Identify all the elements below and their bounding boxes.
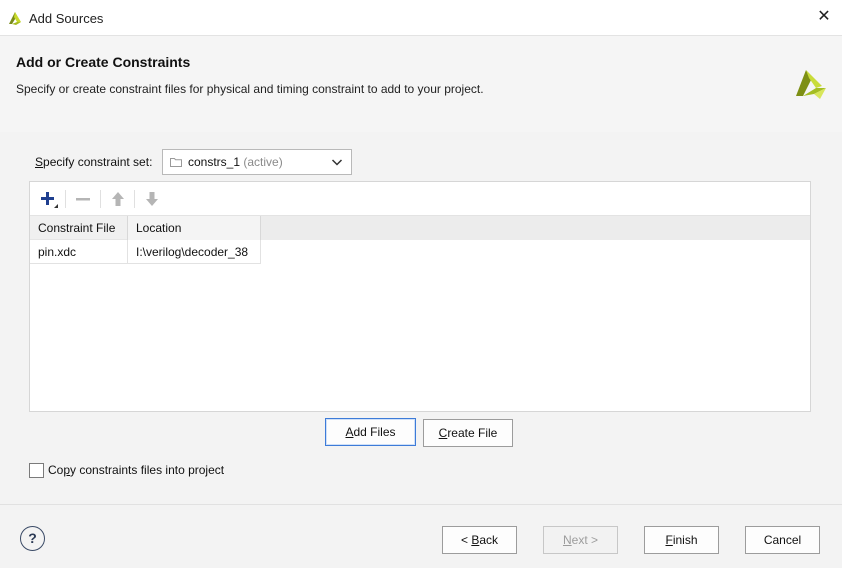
create-file-rest: reate File xyxy=(447,426,498,440)
constraint-set-value: constrs_1 (active) xyxy=(188,155,283,169)
file-toolbar xyxy=(30,182,810,216)
dialog-titlebar: Add Sources ✕ xyxy=(0,0,842,36)
finish-key: F xyxy=(665,533,673,547)
chevron-down-icon xyxy=(331,159,343,166)
arrow-up-icon[interactable] xyxy=(107,189,129,209)
copy-constraints-label: Copy constraints files into project xyxy=(48,463,224,477)
table-row[interactable]: pin.xdc I:\verilog\decoder_38 xyxy=(30,240,261,264)
copy-label-pre: Co xyxy=(48,463,64,477)
constraint-files-panel: Constraint File Location pin.xdc I:\veri… xyxy=(29,181,811,412)
minus-icon[interactable] xyxy=(72,189,94,209)
create-file-button[interactable]: Create File xyxy=(423,419,513,447)
column-header-filler xyxy=(261,216,810,240)
toolbar-separator xyxy=(134,190,135,208)
back-prefix: < xyxy=(460,533,472,547)
vivado-app-icon xyxy=(9,12,21,25)
constraint-set-label: Specify constraint set: xyxy=(35,155,152,169)
close-icon[interactable]: ✕ xyxy=(814,6,834,28)
toolbar-separator xyxy=(65,190,66,208)
constraint-set-status: (active) xyxy=(243,155,283,169)
table-cell-location: I:\verilog\decoder_38 xyxy=(128,240,261,264)
add-files-button[interactable]: Add Files xyxy=(325,418,416,446)
page-header: Add or Create Constraints Specify or cre… xyxy=(0,36,842,132)
copy-constraints-checkbox[interactable] xyxy=(29,463,44,478)
next-rest: ext > xyxy=(571,533,599,547)
vivado-logo-icon xyxy=(796,70,826,99)
back-button[interactable]: < Back xyxy=(442,526,517,554)
column-header-location[interactable]: Location xyxy=(128,216,261,240)
footer-divider xyxy=(0,504,842,505)
table-cell-file: pin.xdc xyxy=(30,240,128,264)
constraint-set-dropdown[interactable]: constrs_1 (active) xyxy=(162,149,352,175)
create-file-key: C xyxy=(438,426,448,440)
copy-label-post: y constraints files into project xyxy=(70,463,225,477)
add-files-rest: dd Files xyxy=(353,425,396,439)
table-header: Constraint File Location xyxy=(30,216,810,240)
constraint-set-label-key: S xyxy=(35,155,44,169)
dialog-title: Add Sources xyxy=(29,11,104,26)
next-button[interactable]: Next > xyxy=(543,526,618,554)
toolbar-separator xyxy=(100,190,101,208)
page-title: Add or Create Constraints xyxy=(16,54,191,70)
finish-rest: inish xyxy=(672,533,698,547)
constraint-set-name: constrs_1 xyxy=(188,155,241,169)
finish-button[interactable]: Finish xyxy=(644,526,719,554)
arrow-down-icon[interactable] xyxy=(141,189,163,209)
folder-icon xyxy=(170,158,182,167)
constraint-set-label-rest: pecify constraint set: xyxy=(43,155,153,169)
next-key: N xyxy=(562,533,572,547)
page-description: Specify or create constraint files for p… xyxy=(16,82,484,96)
help-icon[interactable]: ? xyxy=(20,526,45,551)
column-header-constraint-file[interactable]: Constraint File xyxy=(30,216,128,240)
back-rest: ack xyxy=(479,533,499,547)
plus-icon[interactable] xyxy=(37,189,59,209)
cancel-button[interactable]: Cancel xyxy=(745,526,820,554)
